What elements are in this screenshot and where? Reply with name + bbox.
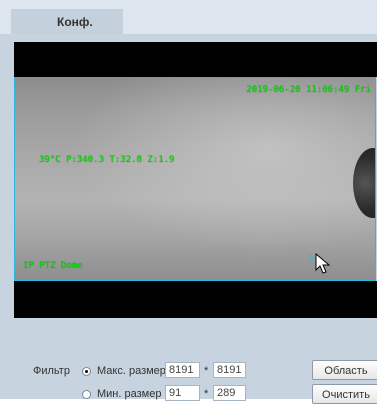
max-size-separator: * bbox=[204, 365, 209, 377]
video-letterbox-top bbox=[14, 42, 377, 77]
osd-ptz-info: 39°C P:340.3 T:32.8 Z:1.9 bbox=[39, 155, 175, 165]
roi-marker[interactable]: 0 bbox=[308, 254, 313, 264]
video-letterbox-bottom bbox=[14, 281, 377, 318]
video-preview[interactable]: 2019-06-20 11:06:49 Fri 39°C P:340.3 T:3… bbox=[14, 77, 376, 281]
tab-bar: Конф. bbox=[0, 0, 377, 36]
filter-section: Фильтр Макс. размер * Мин. размер * Обла… bbox=[0, 340, 377, 404]
tab-config[interactable]: Конф. bbox=[11, 9, 123, 36]
min-size-label: Мин. размер bbox=[97, 388, 162, 400]
osd-channel-name: IP PTZ Dome bbox=[23, 261, 83, 271]
max-size-radio[interactable] bbox=[82, 367, 91, 376]
osd-timestamp: 2019-06-20 11:06:49 Fri bbox=[246, 85, 371, 95]
min-size-separator: * bbox=[204, 388, 209, 400]
max-size-width-input[interactable] bbox=[165, 362, 200, 378]
filter-label: Фильтр bbox=[33, 365, 70, 377]
min-size-radio[interactable] bbox=[82, 390, 91, 399]
max-size-height-input[interactable] bbox=[213, 362, 246, 378]
mouse-cursor-icon bbox=[315, 253, 331, 274]
dome-shadow bbox=[353, 148, 375, 218]
max-size-label: Макс. размер bbox=[97, 365, 166, 377]
clear-button[interactable]: Очистить bbox=[312, 384, 377, 404]
area-button[interactable]: Область bbox=[312, 360, 377, 380]
tab-config-label: Конф. bbox=[57, 15, 93, 29]
